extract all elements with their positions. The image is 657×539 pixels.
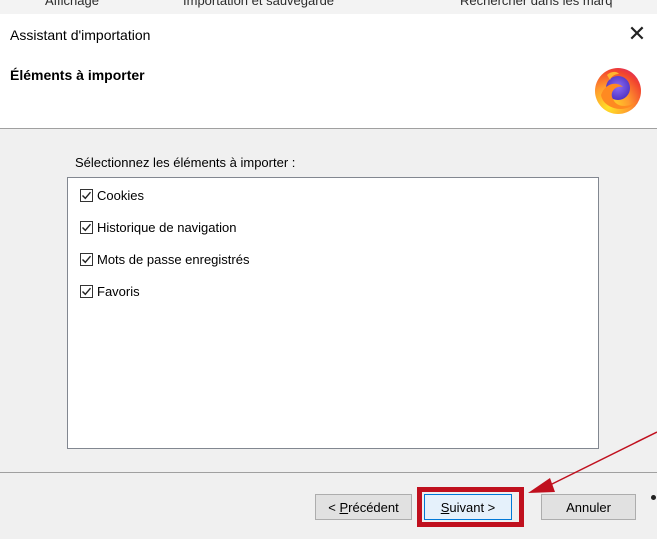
- wizard-header: Éléments à importer: [0, 56, 657, 129]
- item-label: Historique de navigation: [97, 219, 237, 235]
- toolbar-item-search-bookmarks[interactable]: Rechercher dans les marq: [460, 0, 612, 8]
- list-item-passwords[interactable]: Mots de passe enregistrés: [80, 249, 249, 269]
- checkbox-passwords[interactable]: [80, 252, 93, 266]
- items-list: Cookies Historique de navigation Mots de…: [67, 177, 599, 449]
- select-items-label: Sélectionnez les éléments à importer :: [75, 155, 296, 170]
- list-item-history[interactable]: Historique de navigation: [80, 217, 236, 237]
- checkbox-cookies[interactable]: [80, 188, 93, 202]
- toolbar-item-affichage[interactable]: Affichage: [45, 0, 99, 8]
- stray-dot: [651, 495, 656, 500]
- import-wizard-dialog: Assistant d'importation ✕ Éléments à imp…: [0, 14, 657, 539]
- list-item-cookies[interactable]: Cookies: [80, 185, 144, 205]
- item-label: Favoris: [97, 283, 140, 299]
- list-item-bookmarks[interactable]: Favoris: [80, 281, 140, 301]
- firefox-logo-icon: [595, 68, 641, 114]
- previous-button[interactable]: < Précédent: [315, 494, 412, 520]
- title-bar: Assistant d'importation ✕: [0, 14, 657, 56]
- cancel-button[interactable]: Annuler: [541, 494, 636, 520]
- checkbox-bookmarks[interactable]: [80, 284, 93, 298]
- toolbar-item-import-backup[interactable]: Importation et sauvegarde: [183, 0, 334, 8]
- checkbox-history[interactable]: [80, 220, 93, 234]
- window-title: Assistant d'importation: [10, 27, 151, 43]
- close-icon[interactable]: ✕: [617, 20, 657, 50]
- background-toolbar: Affichage Importation et sauvegarde Rech…: [0, 0, 657, 15]
- page-title: Éléments à importer: [10, 67, 145, 83]
- item-label: Cookies: [97, 187, 144, 203]
- button-separator: [0, 472, 657, 473]
- next-button[interactable]: Suivant >: [424, 494, 512, 520]
- wizard-body: Sélectionnez les éléments à importer : C…: [0, 129, 657, 539]
- item-label: Mots de passe enregistrés: [97, 251, 250, 267]
